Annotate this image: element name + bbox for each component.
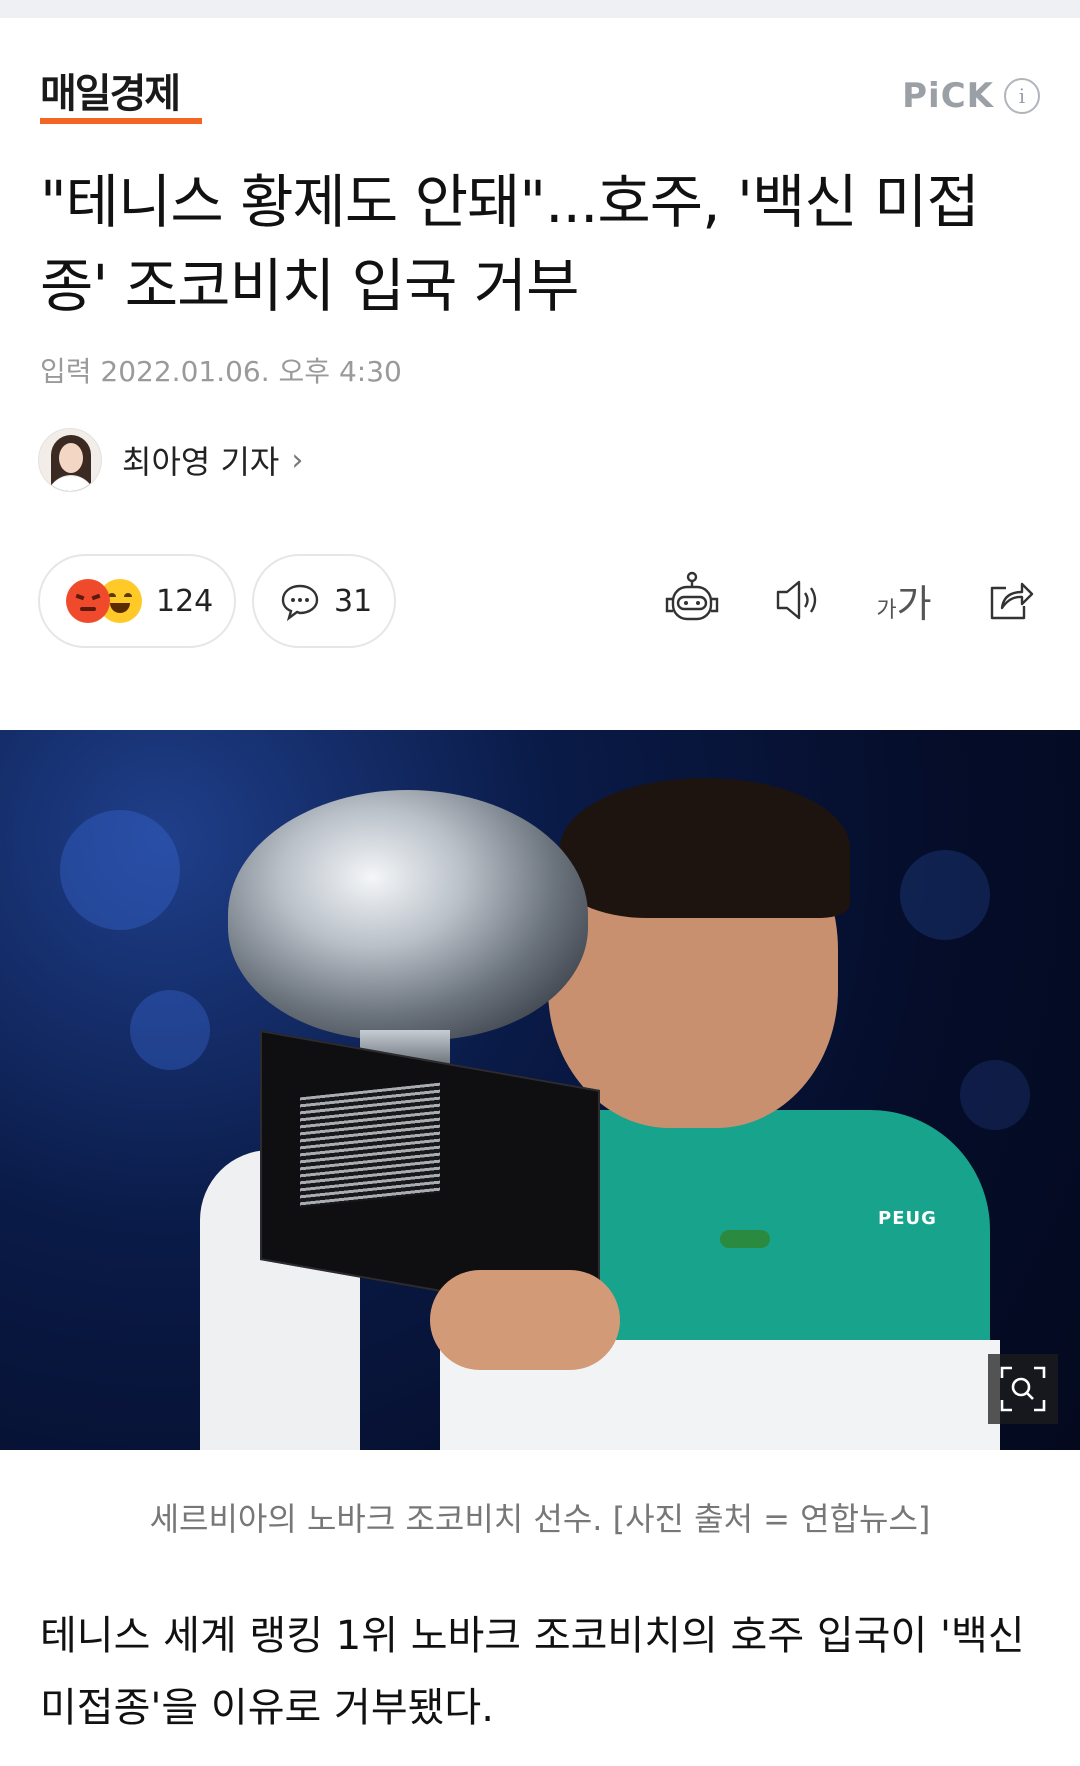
font-size-button[interactable]: 가가	[874, 570, 934, 630]
pick-badge[interactable]: PiCK i	[902, 76, 1040, 116]
pick-label: PiCK	[902, 76, 994, 116]
font-size-icon: 가가	[876, 573, 931, 628]
article-paragraph: 테니스 세계 랭킹 1위 노바크 조코비치의 호주 입국이 '백신 미접종'을 …	[40, 1613, 1025, 1731]
font-big-glyph: 가	[896, 581, 932, 626]
info-icon[interactable]: i	[1004, 78, 1040, 114]
article-photo[interactable]: PEUG	[0, 730, 1080, 1450]
font-small-glyph: 가	[876, 597, 897, 623]
photo-zoom-button[interactable]	[988, 1354, 1058, 1424]
comment-count: 31	[334, 583, 373, 619]
read-aloud-button[interactable]	[768, 570, 828, 630]
share-icon	[990, 582, 1034, 620]
summary-bot-button[interactable]	[662, 570, 722, 630]
photo-caption: 세르비아의 노바크 조코비치 선수. [사진 출처 = 연합뉴스]	[149, 1500, 931, 1538]
reporter-name: 최아영 기자	[122, 443, 280, 481]
chevron-right-icon: ›	[291, 442, 304, 478]
robot-icon	[665, 571, 719, 621]
comment-button[interactable]: 31	[252, 554, 396, 648]
zoom-icon	[1000, 1366, 1046, 1412]
comment-icon	[281, 584, 319, 621]
article-toolbar: 가가	[616, 570, 1040, 630]
status-strip	[0, 0, 1080, 18]
reporter-link[interactable]: 최아영 기자 ›	[38, 428, 303, 492]
logo-underline	[40, 118, 202, 124]
article-header: 매일경제 PiCK i	[40, 72, 1040, 132]
reporter-avatar	[38, 428, 102, 492]
reaction-count: 124	[156, 583, 214, 619]
publish-date: 입력 2022.01.06. 오후 4:30	[40, 355, 402, 388]
publisher-logo[interactable]: 매일경제	[40, 72, 181, 116]
angry-emoji-icon	[66, 579, 110, 623]
reaction-button[interactable]: 124	[38, 554, 236, 648]
speaker-icon	[776, 580, 817, 620]
article-headline: "테니스 황제도 안돼"...호주, '백신 미접종' 조코비치 입국 거부	[40, 168, 980, 320]
share-button[interactable]	[980, 570, 1040, 630]
sponsor-text: PEUG	[878, 1208, 937, 1229]
